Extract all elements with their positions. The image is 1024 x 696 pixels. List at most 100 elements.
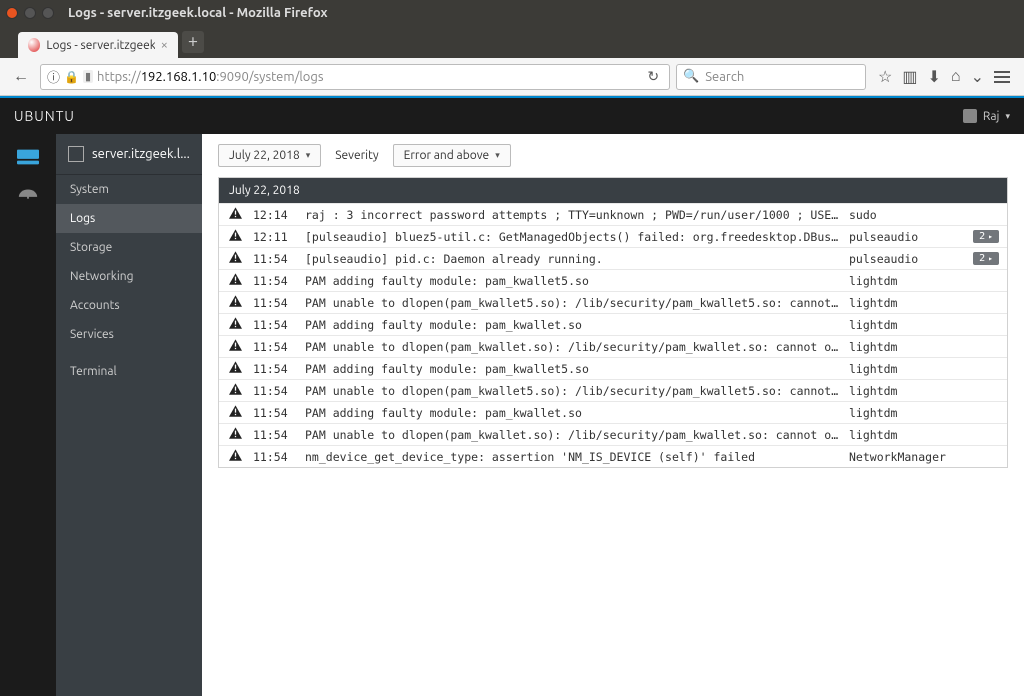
cockpit-body: server.itzgeek.l... System Logs Storage … (0, 134, 1024, 696)
filter-bar: July 22, 2018 ▾ Severity Error and above… (202, 134, 1024, 177)
search-bar[interactable]: 🔍 Search (676, 64, 866, 90)
new-tab-button[interactable]: + (182, 31, 204, 53)
url-bar[interactable]: ⓘ 🔒 ▮ https://192.168.1.10:9090/system/l… (40, 64, 670, 90)
log-time: 11:54 (253, 274, 295, 288)
lock-icon: 🔒 (64, 70, 79, 84)
back-button[interactable]: ← (8, 64, 34, 90)
log-message: PAM adding faulty module: pam_kwallet.so (305, 318, 839, 332)
log-service: lightdm (849, 406, 959, 420)
warning-icon (227, 295, 243, 310)
nav-sidebar: server.itzgeek.l... System Logs Storage … (56, 134, 202, 696)
log-message: PAM unable to dlopen(pam_kwallet.so): /l… (305, 340, 839, 354)
log-row[interactable]: 11:54PAM adding faulty module: pam_kwall… (219, 401, 1007, 423)
log-row[interactable]: 12:11[pulseaudio] bluez5-util.c: GetMana… (219, 225, 1007, 247)
tab-close-icon[interactable]: × (161, 38, 168, 52)
toolbar-icons: ☆ ▥ ⬇ ⌂ ⌄ (872, 67, 1016, 86)
log-row[interactable]: 11:54 PAM adding faulty module: pam_kwall… (219, 357, 1007, 379)
nav-terminal[interactable]: Terminal (56, 357, 202, 386)
identity-icon: ▮ (83, 70, 93, 83)
log-time: 11:54 (253, 406, 295, 420)
window-titlebar: Logs - server.itzgeek.local - Mozilla Fi… (0, 0, 1024, 26)
tab-label: Logs - server.itzgeek.lo (46, 39, 154, 52)
nav-system[interactable]: System (56, 175, 202, 204)
browser-toolbar: ← ⓘ 🔒 ▮ https://192.168.1.10:9090/system… (0, 58, 1024, 96)
log-service: lightdm (849, 296, 959, 310)
date-filter-label: July 22, 2018 (229, 149, 300, 162)
log-time: 11:54 (253, 252, 295, 266)
log-message: PAM unable to dlopen(pam_kwallet5.so): /… (305, 384, 839, 398)
nav-accounts[interactable]: Accounts (56, 291, 202, 320)
warning-icon (227, 383, 243, 398)
url-path: :9090/system/logs (216, 70, 323, 84)
chevron-right-icon: ▸ (988, 254, 993, 263)
nav-host[interactable]: server.itzgeek.l... (56, 134, 202, 175)
browser-tab[interactable]: Logs - server.itzgeek.lo × (18, 32, 178, 58)
bookmark-star-icon[interactable]: ☆ (878, 67, 892, 86)
nav-networking[interactable]: Networking (56, 262, 202, 291)
user-menu[interactable]: Raj ▾ (963, 109, 1010, 123)
severity-label: Severity (335, 149, 378, 162)
log-row[interactable]: 11:54 PAM unable to dlopen(pam_kwallet.so… (219, 335, 1007, 357)
severity-filter-dropdown[interactable]: Error and above ▾ (393, 144, 511, 167)
reload-icon[interactable]: ↻ (643, 68, 663, 85)
log-row[interactable]: 11:54 PAM unable to dlopen(pam_kwallet5.s… (219, 291, 1007, 313)
log-message: PAM unable to dlopen(pam_kwallet5.so): /… (305, 296, 839, 310)
log-service: lightdm (849, 318, 959, 332)
count-badge: 2▸ (973, 230, 999, 243)
log-service: pulseaudio (849, 252, 959, 266)
host-icon[interactable] (14, 146, 42, 168)
info-icon[interactable]: ⓘ (47, 67, 60, 86)
search-icon: 🔍 (683, 69, 699, 84)
log-row[interactable]: 11:54PAM unable to dlopen(pam_kwallet.so… (219, 423, 1007, 445)
window-minimize-icon[interactable] (24, 7, 36, 19)
log-time: 11:54 (253, 384, 295, 398)
url-host: 192.168.1.10 (141, 70, 217, 84)
window-close-icon[interactable] (6, 7, 18, 19)
nav-services[interactable]: Services (56, 320, 202, 349)
log-message: nm_device_get_device_type: assertion 'NM… (305, 450, 839, 464)
window-maximize-icon[interactable] (42, 7, 54, 19)
icon-rail (0, 134, 56, 696)
url-scheme: https:// (97, 70, 141, 84)
downloads-icon[interactable]: ⬇ (928, 67, 941, 86)
warning-icon (227, 361, 243, 376)
log-time: 11:54 (253, 318, 295, 332)
warning-icon (227, 229, 243, 244)
brand-label: UBUNTU (14, 108, 75, 124)
warning-icon (227, 317, 243, 332)
log-message: PAM adding faulty module: pam_kwallet5.s… (305, 362, 839, 376)
log-row[interactable]: 11:54nm_device_get_device_type: assertio… (219, 445, 1007, 467)
pocket-icon[interactable]: ⌄ (971, 67, 984, 86)
log-message: [pulseaudio] bluez5-util.c: GetManagedOb… (305, 230, 839, 244)
log-row[interactable]: 11:54[pulseaudio] pid.c: Daemon already … (219, 247, 1007, 269)
home-icon[interactable]: ⌂ (951, 67, 961, 86)
log-service: sudo (849, 208, 959, 222)
dashboard-icon[interactable] (14, 184, 42, 206)
log-date-header: July 22, 2018 (219, 178, 1007, 203)
log-row[interactable]: 11:54 PAM unable to dlopen(pam_kwallet5.s… (219, 379, 1007, 401)
nav-logs[interactable]: Logs (56, 204, 202, 233)
log-row[interactable]: 11:54 PAM adding faulty module: pam_kwall… (219, 313, 1007, 335)
cockpit-app: UBUNTU Raj ▾ server.itzgeek.l... (0, 96, 1024, 696)
severity-filter-label: Error and above (404, 149, 490, 162)
user-icon (963, 109, 977, 123)
menu-icon[interactable] (994, 67, 1010, 86)
library-icon[interactable]: ▥ (902, 67, 917, 86)
chevron-down-icon: ▾ (495, 150, 500, 161)
url-text: https://192.168.1.10:9090/system/logs (97, 70, 639, 84)
log-row[interactable]: 12:14raj : 3 incorrect password attempts… (219, 203, 1007, 225)
log-time: 11:54 (253, 340, 295, 354)
nav-storage[interactable]: Storage (56, 233, 202, 262)
log-time: 11:54 (253, 428, 295, 442)
log-message: raj : 3 incorrect password attempts ; TT… (305, 208, 839, 222)
log-time: 11:54 (253, 296, 295, 310)
log-row[interactable]: 11:54PAM adding faulty module: pam_kwall… (219, 269, 1007, 291)
cockpit-topbar: UBUNTU Raj ▾ (0, 96, 1024, 134)
tab-favicon-icon (28, 38, 40, 52)
browser-tabstrip: Logs - server.itzgeek.lo × + (0, 26, 1024, 58)
date-filter-dropdown[interactable]: July 22, 2018 ▾ (218, 144, 321, 167)
log-time: 11:54 (253, 362, 295, 376)
warning-icon (227, 273, 243, 288)
log-service: lightdm (849, 340, 959, 354)
chevron-down-icon: ▾ (1005, 111, 1010, 122)
